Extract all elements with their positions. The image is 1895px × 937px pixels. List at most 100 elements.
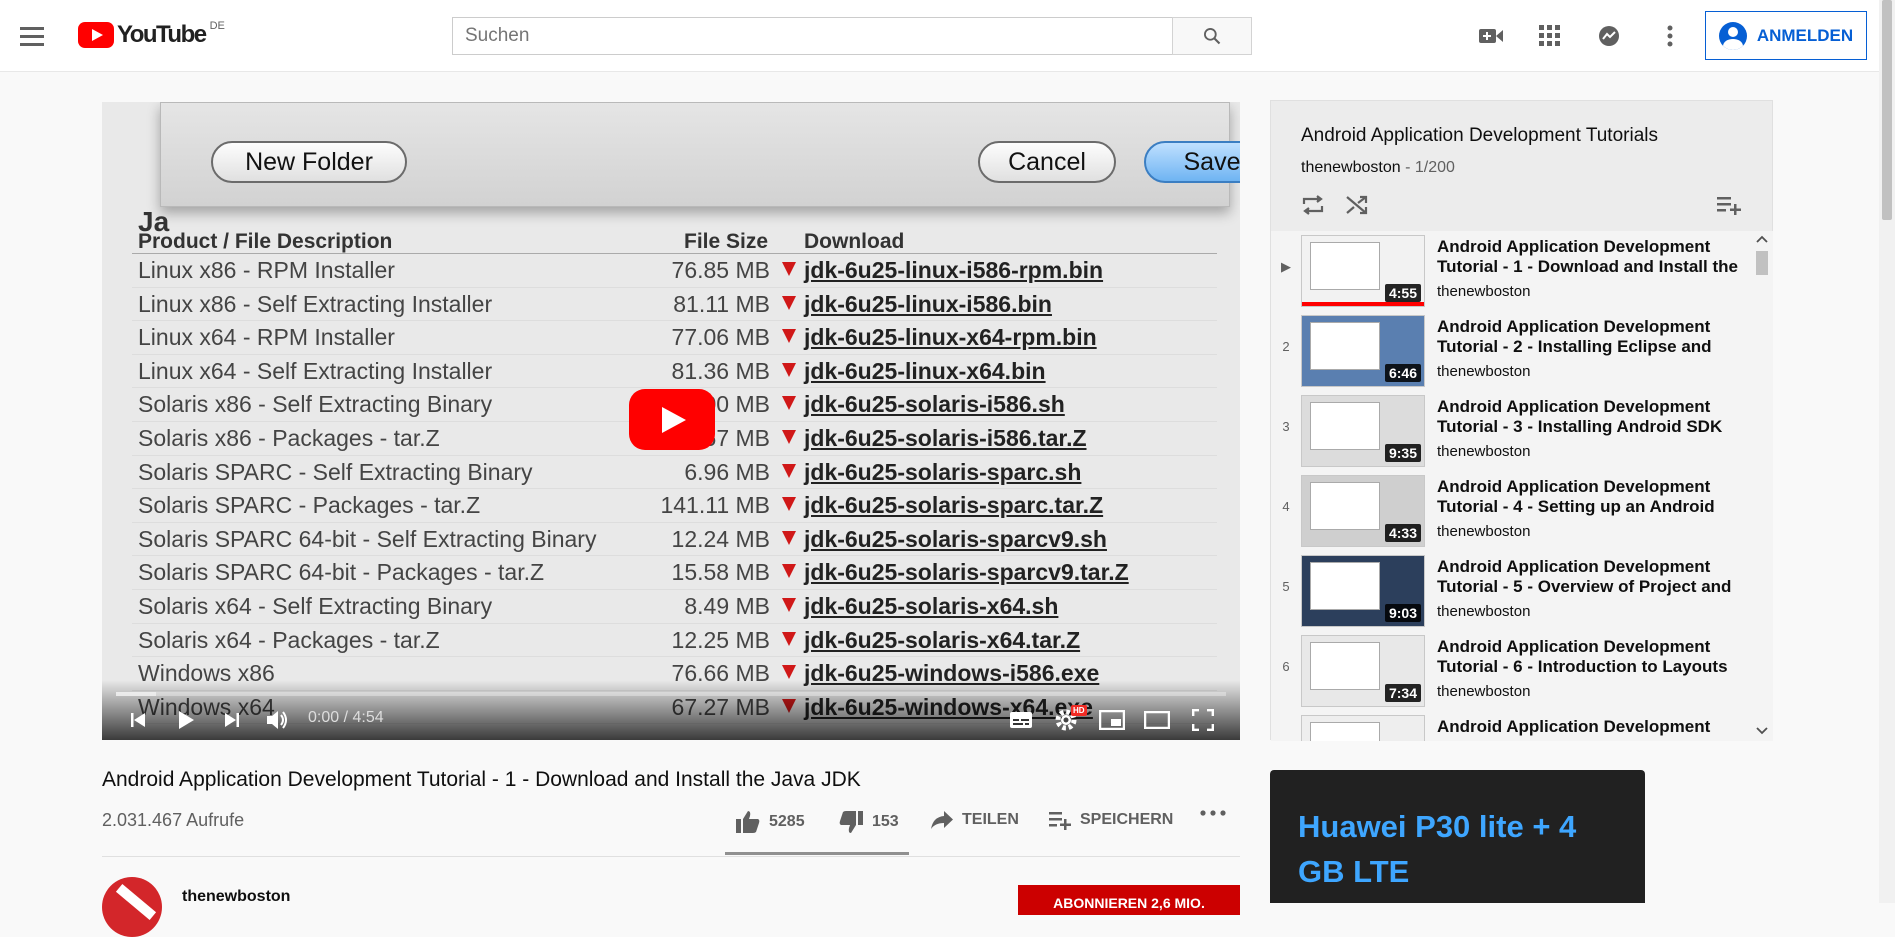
channel-avatar[interactable]: [102, 877, 162, 937]
playlist-item[interactable]: 3 9:35 Android Application Development Tut…: [1271, 391, 1751, 471]
menu-icon[interactable]: [20, 22, 48, 50]
playlist-item-title: Android Application Development Tutorial…: [1437, 637, 1728, 676]
loop-icon[interactable]: [1299, 191, 1327, 219]
row-description: Solaris x64 - Self Extracting Binary: [138, 592, 493, 619]
big-play-button[interactable]: [629, 389, 715, 450]
channel-name[interactable]: thenewboston: [182, 888, 290, 906]
table-row: Solaris SPARC - Self Extracting Binary 6.…: [132, 456, 1217, 490]
like-button[interactable]: 5285: [735, 810, 805, 834]
playlist-item-title: Android Application Development Tutorial…: [1437, 237, 1738, 276]
playlist-save-icon[interactable]: [1715, 191, 1743, 219]
row-download-link: jdk-6u25-solaris-i586.tar.Z: [804, 424, 1087, 451]
video-player[interactable]: New Folder Cancel Save Ja Product / File…: [102, 102, 1240, 740]
duration-badge: 4:33: [1384, 524, 1421, 542]
play-icon[interactable]: [172, 706, 200, 734]
view-count: 2.031.467 Aufrufe: [102, 810, 245, 830]
duration-badge: 6:46: [1384, 364, 1421, 382]
playlist-item[interactable]: 4 4:33 Android Application Development Tut…: [1271, 471, 1751, 551]
youtube-logo[interactable]: YouTube DE: [78, 20, 225, 48]
playlist-title[interactable]: Android Application Development Tutorial…: [1301, 125, 1658, 147]
miniplayer-icon[interactable]: [1098, 706, 1126, 734]
scroll-up-icon[interactable]: [1756, 235, 1768, 243]
row-size: 76.85 MB: [671, 257, 770, 283]
duration-badge: 9:03: [1384, 604, 1421, 622]
thumbnail-window: [1310, 242, 1380, 290]
playlist-channel[interactable]: thenewboston: [1301, 159, 1401, 176]
row-description: Linux x86 - Self Extracting Installer: [138, 290, 493, 317]
theater-mode-icon[interactable]: [1143, 706, 1171, 734]
download-arrow-icon: [782, 631, 796, 646]
row-size: 12.24 MB: [671, 525, 770, 552]
playlist-item-index: 4: [1282, 499, 1290, 514]
download-arrow-icon: [782, 665, 796, 680]
create-video-icon[interactable]: [1476, 22, 1506, 50]
more-options-icon[interactable]: [1655, 22, 1685, 50]
page-scrollbar[interactable]: [1879, 0, 1895, 903]
playlist-item-channel: thenewboston: [1437, 363, 1531, 380]
playlist-item-index: 2: [1282, 339, 1290, 354]
ad-banner[interactable]: Huawei P30 lite + 4 GB LTE: [1270, 770, 1645, 903]
search-input[interactable]: [452, 17, 1172, 55]
row-size: 15.58 MB: [671, 559, 770, 586]
row-size: 81.11 MB: [673, 290, 770, 317]
subtitles-icon[interactable]: [1007, 706, 1035, 734]
signin-button[interactable]: ANMELDEN: [1705, 11, 1867, 60]
scroll-down-icon[interactable]: [1756, 727, 1768, 735]
next-icon[interactable]: [220, 706, 244, 734]
save-to-playlist-button[interactable]: SPEICHERN: [1048, 810, 1173, 830]
like-count: 5285: [769, 813, 805, 830]
subscribe-button[interactable]: ABONNIEREN 2,6 MIO.: [1018, 885, 1240, 915]
download-arrow-icon: [782, 497, 796, 512]
download-arrow-icon: [782, 429, 796, 444]
shuffle-icon[interactable]: [1343, 191, 1371, 219]
playlist-item-text: Android Application Development Tutorial…: [1437, 397, 1747, 460]
more-actions-icon[interactable]: [1200, 810, 1226, 816]
row-description: Solaris SPARC - Packages - tar.Z: [138, 492, 481, 519]
playlist-item[interactable]: 2 6:46 Android Application Development Tut…: [1271, 311, 1751, 391]
playlist-item-index: 6: [1282, 659, 1290, 674]
watched-progress: [1302, 302, 1424, 306]
download-arrow-icon: [782, 362, 796, 377]
table-rows: Linux x86 - RPM Installer 76.85 MB jdk-6u2…: [132, 254, 1217, 725]
row-size: 8.49 MB: [684, 592, 770, 619]
volume-icon[interactable]: [264, 706, 292, 734]
playlist-item-index: ▶: [1281, 259, 1291, 274]
messages-icon[interactable]: [1594, 22, 1624, 50]
row-download-link: jdk-6u25-linux-i586.bin: [804, 290, 1052, 317]
table-row: Solaris SPARC - Packages - tar.Z 141.11 M…: [132, 489, 1217, 523]
page-scroll-thumb[interactable]: [1882, 0, 1892, 220]
masthead: YouTube DE ANMELDEN: [0, 0, 1895, 72]
playlist-item[interactable]: 5 9:03 Android Application Development Tut…: [1271, 551, 1751, 631]
playlist-scrollbar[interactable]: [1751, 231, 1773, 741]
duration-badge: 7:34: [1384, 684, 1421, 702]
playlist-item[interactable]: 6 7:34 Android Application Development Tut…: [1271, 631, 1751, 711]
save-label: SPEICHERN: [1080, 811, 1174, 828]
playlist-item-thumbnail: 4:33: [1301, 475, 1425, 547]
search-button[interactable]: [1172, 17, 1252, 55]
dislike-button[interactable]: 153: [838, 810, 899, 834]
country-code: DE: [209, 20, 225, 32]
share-button[interactable]: TEILEN: [930, 810, 1019, 830]
playlist-item[interactable]: Android Application Development: [1271, 711, 1751, 741]
fullscreen-icon[interactable]: [1189, 706, 1217, 734]
download-arrow-icon: [782, 530, 796, 545]
playlist-item-text: Android Application Development Tutorial…: [1437, 237, 1747, 300]
jdk-download-table: Ja Product / File Description File Size …: [132, 206, 1217, 725]
new-folder-button: New Folder: [211, 141, 407, 183]
table-row: Linux x86 - RPM Installer 76.85 MB jdk-6u2…: [132, 254, 1217, 288]
playlist-item-thumbnail: 7:34: [1301, 635, 1425, 707]
row-description: Solaris x86 - Self Extracting Binary: [138, 391, 493, 418]
download-arrow-icon: [782, 295, 796, 310]
playlist-item[interactable]: ▶ 4:55 Android Application Development Tut…: [1271, 231, 1751, 311]
playlist-panel: Android Application Development Tutorial…: [1270, 100, 1773, 741]
signin-label: ANMELDEN: [1756, 25, 1854, 45]
playlist-item-title: Android Application Development Tutorial…: [1437, 397, 1723, 436]
previous-icon[interactable]: [126, 706, 150, 734]
apps-icon[interactable]: [1535, 22, 1565, 50]
table-row: Linux x86 - Self Extracting Installer 81.…: [132, 288, 1217, 322]
playlist-item-thumbnail: 9:03: [1301, 555, 1425, 627]
playlist-item-index: 3: [1282, 419, 1290, 434]
playlist-scroll-thumb[interactable]: [1756, 251, 1768, 275]
progress-bar[interactable]: [116, 692, 1226, 696]
row-size: 141.11 MB: [660, 492, 770, 519]
